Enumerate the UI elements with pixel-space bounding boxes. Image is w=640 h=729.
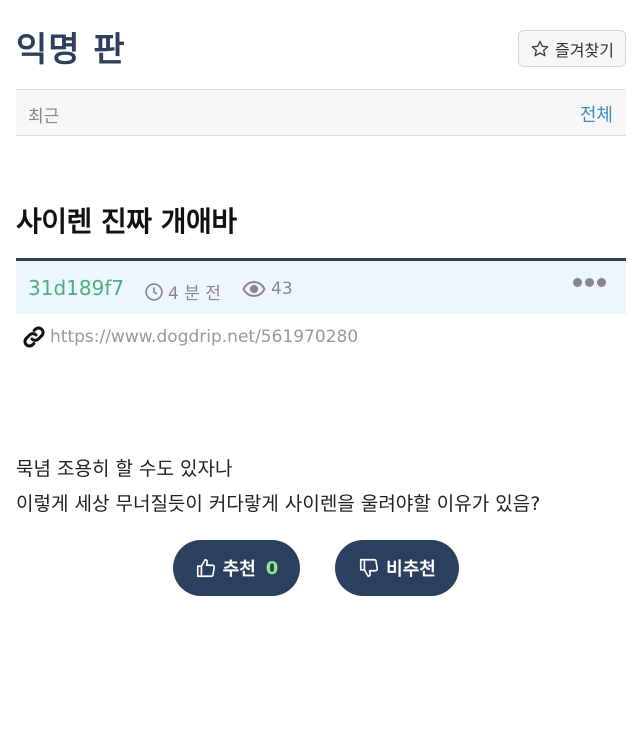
- post-author[interactable]: 31d189f7: [28, 276, 124, 300]
- downvote-label: 비추천: [386, 559, 436, 580]
- more-dots-icon[interactable]: [573, 278, 606, 287]
- post-content: 묵념 조용히 할 수도 있자나 이렇게 세상 무너질듯이 커다랗게 사이렌을 울…: [16, 452, 540, 522]
- post-content-line: 이렇게 세상 무너질듯이 커다랗게 사이렌을 울려야할 이유가 있음?: [16, 493, 541, 515]
- post-time: 4 분 전: [144, 279, 221, 304]
- post-link-url: https://www.dogdrip.net/561970280: [50, 327, 359, 347]
- upvote-label: 추천: [222, 559, 256, 580]
- upvote-button[interactable]: 추천 0: [173, 540, 300, 596]
- filter-recent: 최근: [28, 107, 60, 127]
- thumbs-up-icon: [196, 558, 215, 578]
- clock-icon: [145, 282, 163, 301]
- eye-icon: [242, 281, 266, 297]
- board-header: 익명 판 즐겨찾기: [16, 20, 626, 70]
- favorite-button[interactable]: 즐겨찾기: [518, 30, 626, 67]
- favorite-label: 즐겨찾기: [555, 40, 614, 60]
- link-icon: [23, 326, 45, 348]
- post-content-line: 묵념 조용히 할 수도 있자나: [16, 458, 233, 480]
- filter-bar: 최근 전체: [16, 89, 626, 136]
- post-views-count: 43: [271, 279, 293, 299]
- post-views: 43: [242, 279, 293, 299]
- post-meta-bar: 31d189f7 4 분 전 43: [16, 258, 626, 314]
- board-title: 익명 판: [16, 30, 126, 70]
- thumbs-down-icon: [360, 558, 379, 578]
- upvote-count: 0: [265, 557, 279, 579]
- star-outline-icon: [531, 40, 549, 56]
- filter-all-link[interactable]: 전체: [580, 101, 613, 127]
- downvote-button[interactable]: 비추천: [335, 540, 459, 596]
- post-link[interactable]: https://www.dogdrip.net/561970280: [22, 325, 358, 349]
- post-time-text: 4 분 전: [168, 284, 221, 304]
- post-title: 사이렌 진짜 개애바: [16, 205, 237, 238]
